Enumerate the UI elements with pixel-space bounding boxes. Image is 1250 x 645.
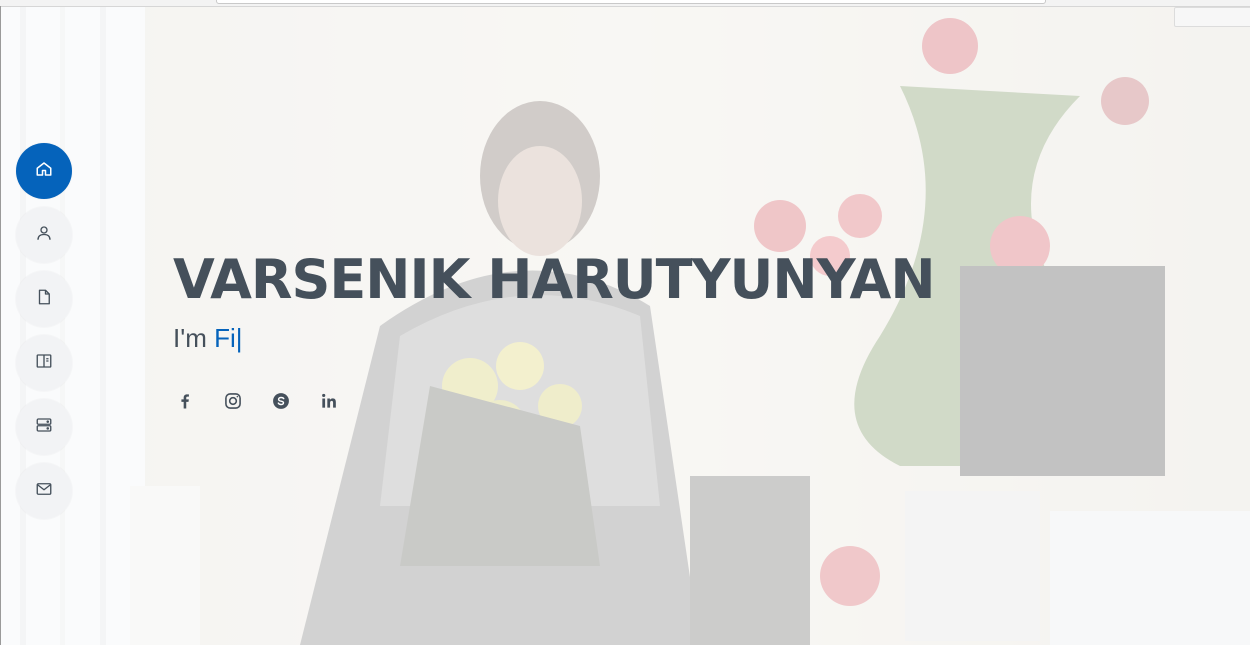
nav-home[interactable] bbox=[16, 143, 72, 199]
file-icon bbox=[35, 288, 53, 311]
side-nav bbox=[16, 143, 72, 527]
top-right-control bbox=[1174, 7, 1250, 27]
browser-top-strip bbox=[0, 0, 1250, 27]
linkedin-icon bbox=[319, 391, 339, 416]
hero-name: VARSENIK HARUTYUNYAN bbox=[173, 248, 936, 311]
hero-tagline: I'm Fi| bbox=[173, 320, 935, 356]
nav-about[interactable] bbox=[16, 207, 72, 263]
user-icon bbox=[35, 224, 53, 247]
facebook-link[interactable] bbox=[173, 391, 197, 415]
nav-resume[interactable] bbox=[16, 271, 72, 327]
facebook-icon bbox=[175, 391, 195, 416]
address-bar[interactable] bbox=[216, 0, 1046, 4]
instagram-icon bbox=[223, 391, 243, 416]
skype-icon bbox=[271, 391, 291, 416]
instagram-link[interactable] bbox=[221, 391, 245, 415]
hero: VARSENIK HARUTYUNYAN I'm Fi| bbox=[173, 244, 936, 356]
typing-cursor: | bbox=[235, 323, 243, 353]
page: VARSENIK HARUTYUNYAN I'm Fi| bbox=[0, 0, 1250, 645]
nav-contact[interactable] bbox=[16, 463, 72, 519]
typed-text: Fi bbox=[214, 323, 236, 353]
tagline-prefix: I'm bbox=[173, 323, 215, 353]
linkedin-link[interactable] bbox=[317, 391, 341, 415]
server-icon bbox=[35, 416, 53, 439]
envelope-icon bbox=[35, 480, 53, 503]
nav-services[interactable] bbox=[16, 399, 72, 455]
social-links bbox=[173, 391, 365, 415]
skype-link[interactable] bbox=[269, 391, 293, 415]
left-border bbox=[0, 6, 1, 645]
book-icon bbox=[35, 352, 53, 375]
home-icon bbox=[35, 160, 53, 183]
nav-portfolio[interactable] bbox=[16, 335, 72, 391]
